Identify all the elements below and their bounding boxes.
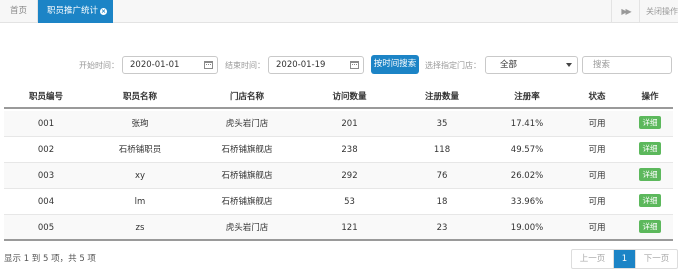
cell-staff-name: zs: [135, 223, 145, 233]
cell-actions: 详细: [627, 189, 673, 215]
tab-staff-promotion-stats[interactable]: 职员推广统计 ×: [38, 0, 113, 23]
end-date-value: 2020-01-19: [276, 60, 326, 70]
scroll-right-icon[interactable]: ▶▶: [611, 0, 639, 23]
cell-status: 可用: [588, 119, 606, 129]
cell-registration-rate: 26.02%: [510, 171, 544, 181]
page-number-button[interactable]: 1: [614, 250, 635, 268]
start-date-value: 2020-01-01: [130, 60, 180, 70]
cell-staff-id: 005: [37, 223, 55, 233]
close-operations-button[interactable]: 关闭操作: [639, 0, 678, 23]
tab-label: 职员推广统计: [47, 6, 99, 16]
cell-visits: 292: [341, 171, 358, 181]
cell-staff-id: 002: [37, 145, 55, 155]
search-by-time-button[interactable]: 按时间搜索: [371, 55, 419, 74]
tab-home[interactable]: 首页: [0, 0, 38, 23]
table-row: 001 张珣 虎头岩门店 201 35 17.41% 可用 详细: [4, 111, 673, 137]
table-row: 004 lm 石桥铺旗舰店 53 18 33.96% 可用 详细: [4, 189, 673, 215]
calendar-icon[interactable]: [350, 61, 359, 69]
close-tab-icon[interactable]: ×: [100, 8, 108, 15]
end-date-input[interactable]: 2020-01-19: [268, 56, 364, 74]
next-page-button[interactable]: 下一页: [635, 250, 677, 268]
cell-visits: 121: [341, 223, 358, 233]
cell-store-name: 石桥铺旗舰店: [221, 197, 273, 207]
prev-page-button[interactable]: 上一页: [572, 250, 614, 268]
cell-staff-name: xy: [134, 171, 146, 181]
header-status[interactable]: 状态: [567, 88, 627, 107]
dropdown-caret-icon: [566, 63, 572, 67]
store-select-label: 选择指定门店：: [425, 61, 481, 70]
table-header: 职员编号 职员名称 门店名称 访问数量 注册数量 注册率 状态 操作: [4, 88, 673, 109]
cell-registrations: 35: [436, 119, 448, 129]
header-registrations[interactable]: 注册数量: [397, 88, 487, 107]
detail-button[interactable]: 详细: [639, 142, 661, 155]
store-selected-value: 全部: [500, 60, 518, 70]
cell-registration-rate: 49.57%: [510, 145, 544, 155]
cell-registration-rate: 33.96%: [510, 197, 544, 207]
header-actions: 操作: [641, 92, 659, 102]
table-row: 002 石桥铺职员 石桥铺旗舰店 238 118 49.57% 可用 详细: [4, 137, 673, 163]
cell-registration-rate: 19.00%: [510, 223, 544, 233]
detail-button[interactable]: 详细: [639, 194, 661, 207]
tab-bar: 首页 职员推广统计 × ▶▶ 关闭操作: [0, 0, 678, 23]
cell-actions: 详细: [627, 163, 673, 189]
search-placeholder: 搜索: [593, 60, 611, 70]
header-registration-rate[interactable]: 注册率: [487, 88, 567, 107]
cell-store-name: 虎头岩门店: [225, 223, 269, 233]
cell-store-name: 石桥铺旗舰店: [221, 145, 273, 155]
header-store-name[interactable]: 门店名称: [192, 88, 302, 107]
cell-registration-rate: 17.41%: [510, 119, 544, 129]
calendar-icon[interactable]: [204, 61, 213, 69]
detail-button[interactable]: 详细: [639, 168, 661, 181]
cell-visits: 53: [344, 197, 355, 207]
cell-registrations: 118: [433, 145, 451, 155]
cell-staff-id: 001: [37, 119, 55, 129]
header-visits[interactable]: 访问数量: [302, 88, 397, 107]
pagination-summary: 显示 1 到 5 项，共 5 项: [4, 254, 96, 264]
search-input[interactable]: 搜索: [582, 56, 672, 74]
cell-visits: 201: [341, 119, 358, 129]
cell-staff-name: 张珣: [131, 119, 149, 129]
detail-button[interactable]: 详细: [639, 220, 661, 233]
cell-staff-name: 石桥铺职员: [118, 145, 162, 155]
cell-status: 可用: [588, 223, 606, 233]
detail-button[interactable]: 详细: [639, 116, 661, 129]
cell-staff-name: lm: [134, 197, 146, 207]
cell-status: 可用: [588, 197, 606, 207]
table-row: 005 zs 虎头岩门店 121 23 19.00% 可用 详细: [4, 215, 673, 241]
cell-store-name: 虎头岩门店: [225, 119, 269, 129]
end-time-label: 结束时间：: [225, 61, 265, 70]
cell-registrations: 23: [436, 223, 448, 233]
cell-store-name: 石桥铺旗舰店: [221, 171, 273, 181]
cell-status: 可用: [588, 171, 606, 181]
cell-registrations: 18: [436, 197, 448, 207]
store-select[interactable]: 全部: [485, 56, 578, 74]
cell-staff-id: 004: [37, 197, 55, 207]
table-row: 003 xy 石桥铺旗舰店 292 76 26.02% 可用 详细: [4, 163, 673, 189]
cell-actions: 详细: [627, 215, 673, 241]
cell-actions: 详细: [627, 137, 673, 163]
pagination: 上一页 1 下一页: [571, 249, 678, 269]
start-time-label: 开始时间：: [79, 61, 119, 70]
cell-status: 可用: [588, 145, 606, 155]
header-staff-id[interactable]: 职员编号: [4, 88, 88, 107]
cell-staff-id: 003: [37, 171, 55, 181]
cell-actions: 详细: [627, 111, 673, 137]
cell-visits: 238: [341, 145, 358, 155]
start-date-input[interactable]: 2020-01-01: [122, 56, 218, 74]
header-staff-name[interactable]: 职员名称: [88, 88, 192, 107]
cell-registrations: 76: [436, 171, 448, 181]
